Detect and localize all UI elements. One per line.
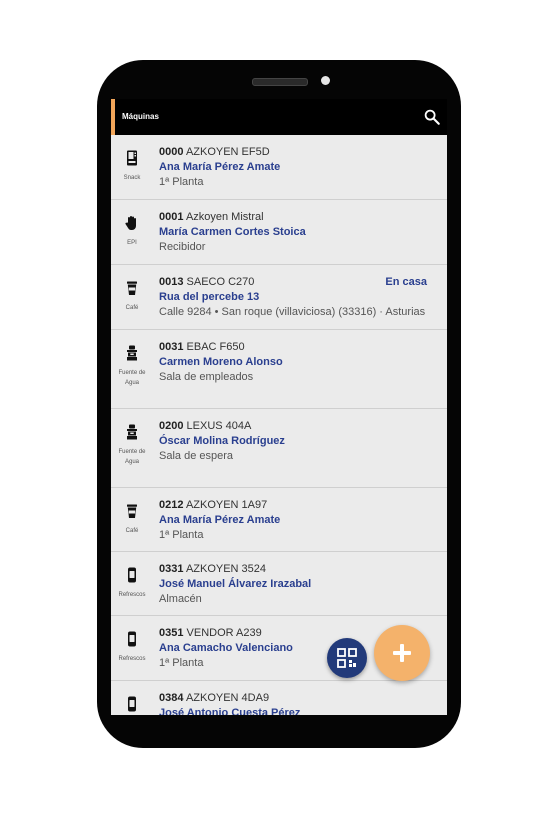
soda-can-icon — [124, 567, 140, 583]
machine-row[interactable]: Snack 0000 AZKOYEN EF5D Ana María Pérez Am… — [111, 135, 447, 200]
snack-machine-icon — [124, 150, 140, 166]
machine-title: 0331 AZKOYEN 3524 — [159, 563, 266, 575]
coffee-cup-icon — [124, 280, 140, 296]
category-label: EPI — [127, 240, 137, 246]
machine-code: 0001 — [159, 211, 184, 223]
machine-row[interactable]: Fuente de Agua 0200 LEXUS 404A Óscar Molin… — [111, 409, 447, 488]
machine-model: LEXUS 404A — [186, 420, 252, 432]
category-label: Fuente de Agua — [118, 370, 146, 386]
machine-code: 0331 — [159, 563, 184, 575]
assigned-person: María Carmen Cortes Stoica — [159, 226, 306, 238]
machine-code: 0000 — [159, 146, 184, 158]
machine-code: 0031 — [159, 341, 184, 353]
machine-location: Calle 9284 • San roque (villaviciosa) (3… — [159, 306, 426, 318]
machine-code: 0013 — [159, 276, 184, 288]
category-label: Refrescos — [118, 656, 146, 662]
machine-title: 0000 AZKOYEN EF5D — [159, 146, 270, 158]
water-fountain-icon — [124, 345, 140, 361]
machine-title: 0031 EBAC F650 — [159, 341, 245, 353]
machine-location: Sala de espera — [159, 450, 233, 462]
app-bar: Máquinas — [111, 99, 447, 135]
machine-row[interactable]: 0384 AZKOYEN 4DA9 José Antonio Cuesta Pér… — [111, 681, 447, 715]
search-icon[interactable] — [423, 108, 441, 126]
category-label: Fuente de Agua — [118, 449, 146, 465]
status-badge: En casa — [385, 276, 427, 288]
machine-title: 0351 VENDOR A239 — [159, 627, 262, 639]
machine-location: 1ª Planta — [159, 176, 204, 188]
machine-model: AZKOYEN EF5D — [185, 146, 270, 158]
category-label: Refrescos — [118, 592, 146, 598]
machine-title: 0200 LEXUS 404A — [159, 420, 251, 432]
scan-qr-button[interactable] — [327, 638, 367, 678]
assigned-person: José Manuel Álvarez Irazabal — [159, 578, 312, 590]
machine-code: 0351 — [159, 627, 184, 639]
machine-model: Azkoyen Mistral — [185, 211, 264, 223]
machine-title: 0212 AZKOYEN 1A97 — [159, 499, 267, 511]
machine-location: Almacén — [159, 593, 202, 605]
assigned-person: Ana María Pérez Amate — [159, 161, 281, 173]
assigned-person: Carmen Moreno Alonso — [159, 356, 283, 368]
assigned-person: Rua del percebe 13 — [159, 291, 260, 303]
phone-frame: Máquinas Snack 0000 AZKOYEN EF5D Ana María… — [97, 60, 461, 748]
machine-location: 1ª Planta — [159, 657, 204, 669]
machine-model: AZKOYEN 4DA9 — [185, 692, 270, 704]
machine-code: 0200 — [159, 420, 184, 432]
machine-model: AZKOYEN 1A97 — [185, 499, 268, 511]
assigned-person: Óscar Molina Rodríguez — [159, 435, 285, 447]
machine-row[interactable]: Café 0212 AZKOYEN 1A97 Ana María Pérez Ama… — [111, 488, 447, 552]
app-bar-accent — [111, 99, 115, 135]
speaker-grille — [252, 78, 308, 86]
machine-location: Recibidor — [159, 241, 206, 253]
soda-can-icon — [124, 631, 140, 647]
machine-title: 0013 SAECO C270 — [159, 276, 254, 288]
add-machine-button[interactable] — [374, 625, 430, 681]
soda-can-icon — [124, 696, 140, 712]
page-title: Máquinas — [122, 112, 159, 121]
machine-code: 0212 — [159, 499, 184, 511]
machine-location: Sala de empleados — [159, 371, 254, 383]
assigned-person: José Antonio Cuesta Pérez — [159, 707, 301, 715]
screen: Máquinas Snack 0000 AZKOYEN EF5D Ana María… — [111, 99, 447, 715]
machine-code: 0384 — [159, 692, 184, 704]
machine-model: SAECO C270 — [186, 276, 255, 288]
machine-model: AZKOYEN 3524 — [185, 563, 267, 575]
machine-title: 0384 AZKOYEN 4DA9 — [159, 692, 269, 704]
machine-row[interactable]: Café 0013 SAECO C270 Rua del percebe 13 Cal… — [111, 265, 447, 330]
qr-scan-icon — [337, 648, 357, 668]
front-camera — [321, 76, 330, 85]
glove-icon — [124, 215, 140, 231]
category-label: Café — [125, 528, 139, 534]
category-label: Snack — [123, 175, 141, 181]
coffee-cup-icon — [124, 503, 140, 519]
machine-location: 1ª Planta — [159, 529, 204, 541]
assigned-person: Ana María Pérez Amate — [159, 514, 281, 526]
assigned-person: Ana Camacho Valenciano — [159, 642, 293, 654]
machine-row[interactable]: Refrescos 0331 AZKOYEN 3524 José Manuel Ál… — [111, 552, 447, 616]
category-label: Café — [125, 305, 139, 311]
machine-model: EBAC F650 — [186, 341, 245, 353]
machine-row[interactable]: Fuente de Agua 0031 EBAC F650 Carmen Moren… — [111, 330, 447, 409]
machine-title: 0001 Azkoyen Mistral — [159, 211, 264, 223]
machine-model: VENDOR A239 — [186, 627, 262, 639]
water-fountain-icon — [124, 424, 140, 440]
machine-row[interactable]: EPI 0001 Azkoyen Mistral María Carmen Cort… — [111, 200, 447, 265]
